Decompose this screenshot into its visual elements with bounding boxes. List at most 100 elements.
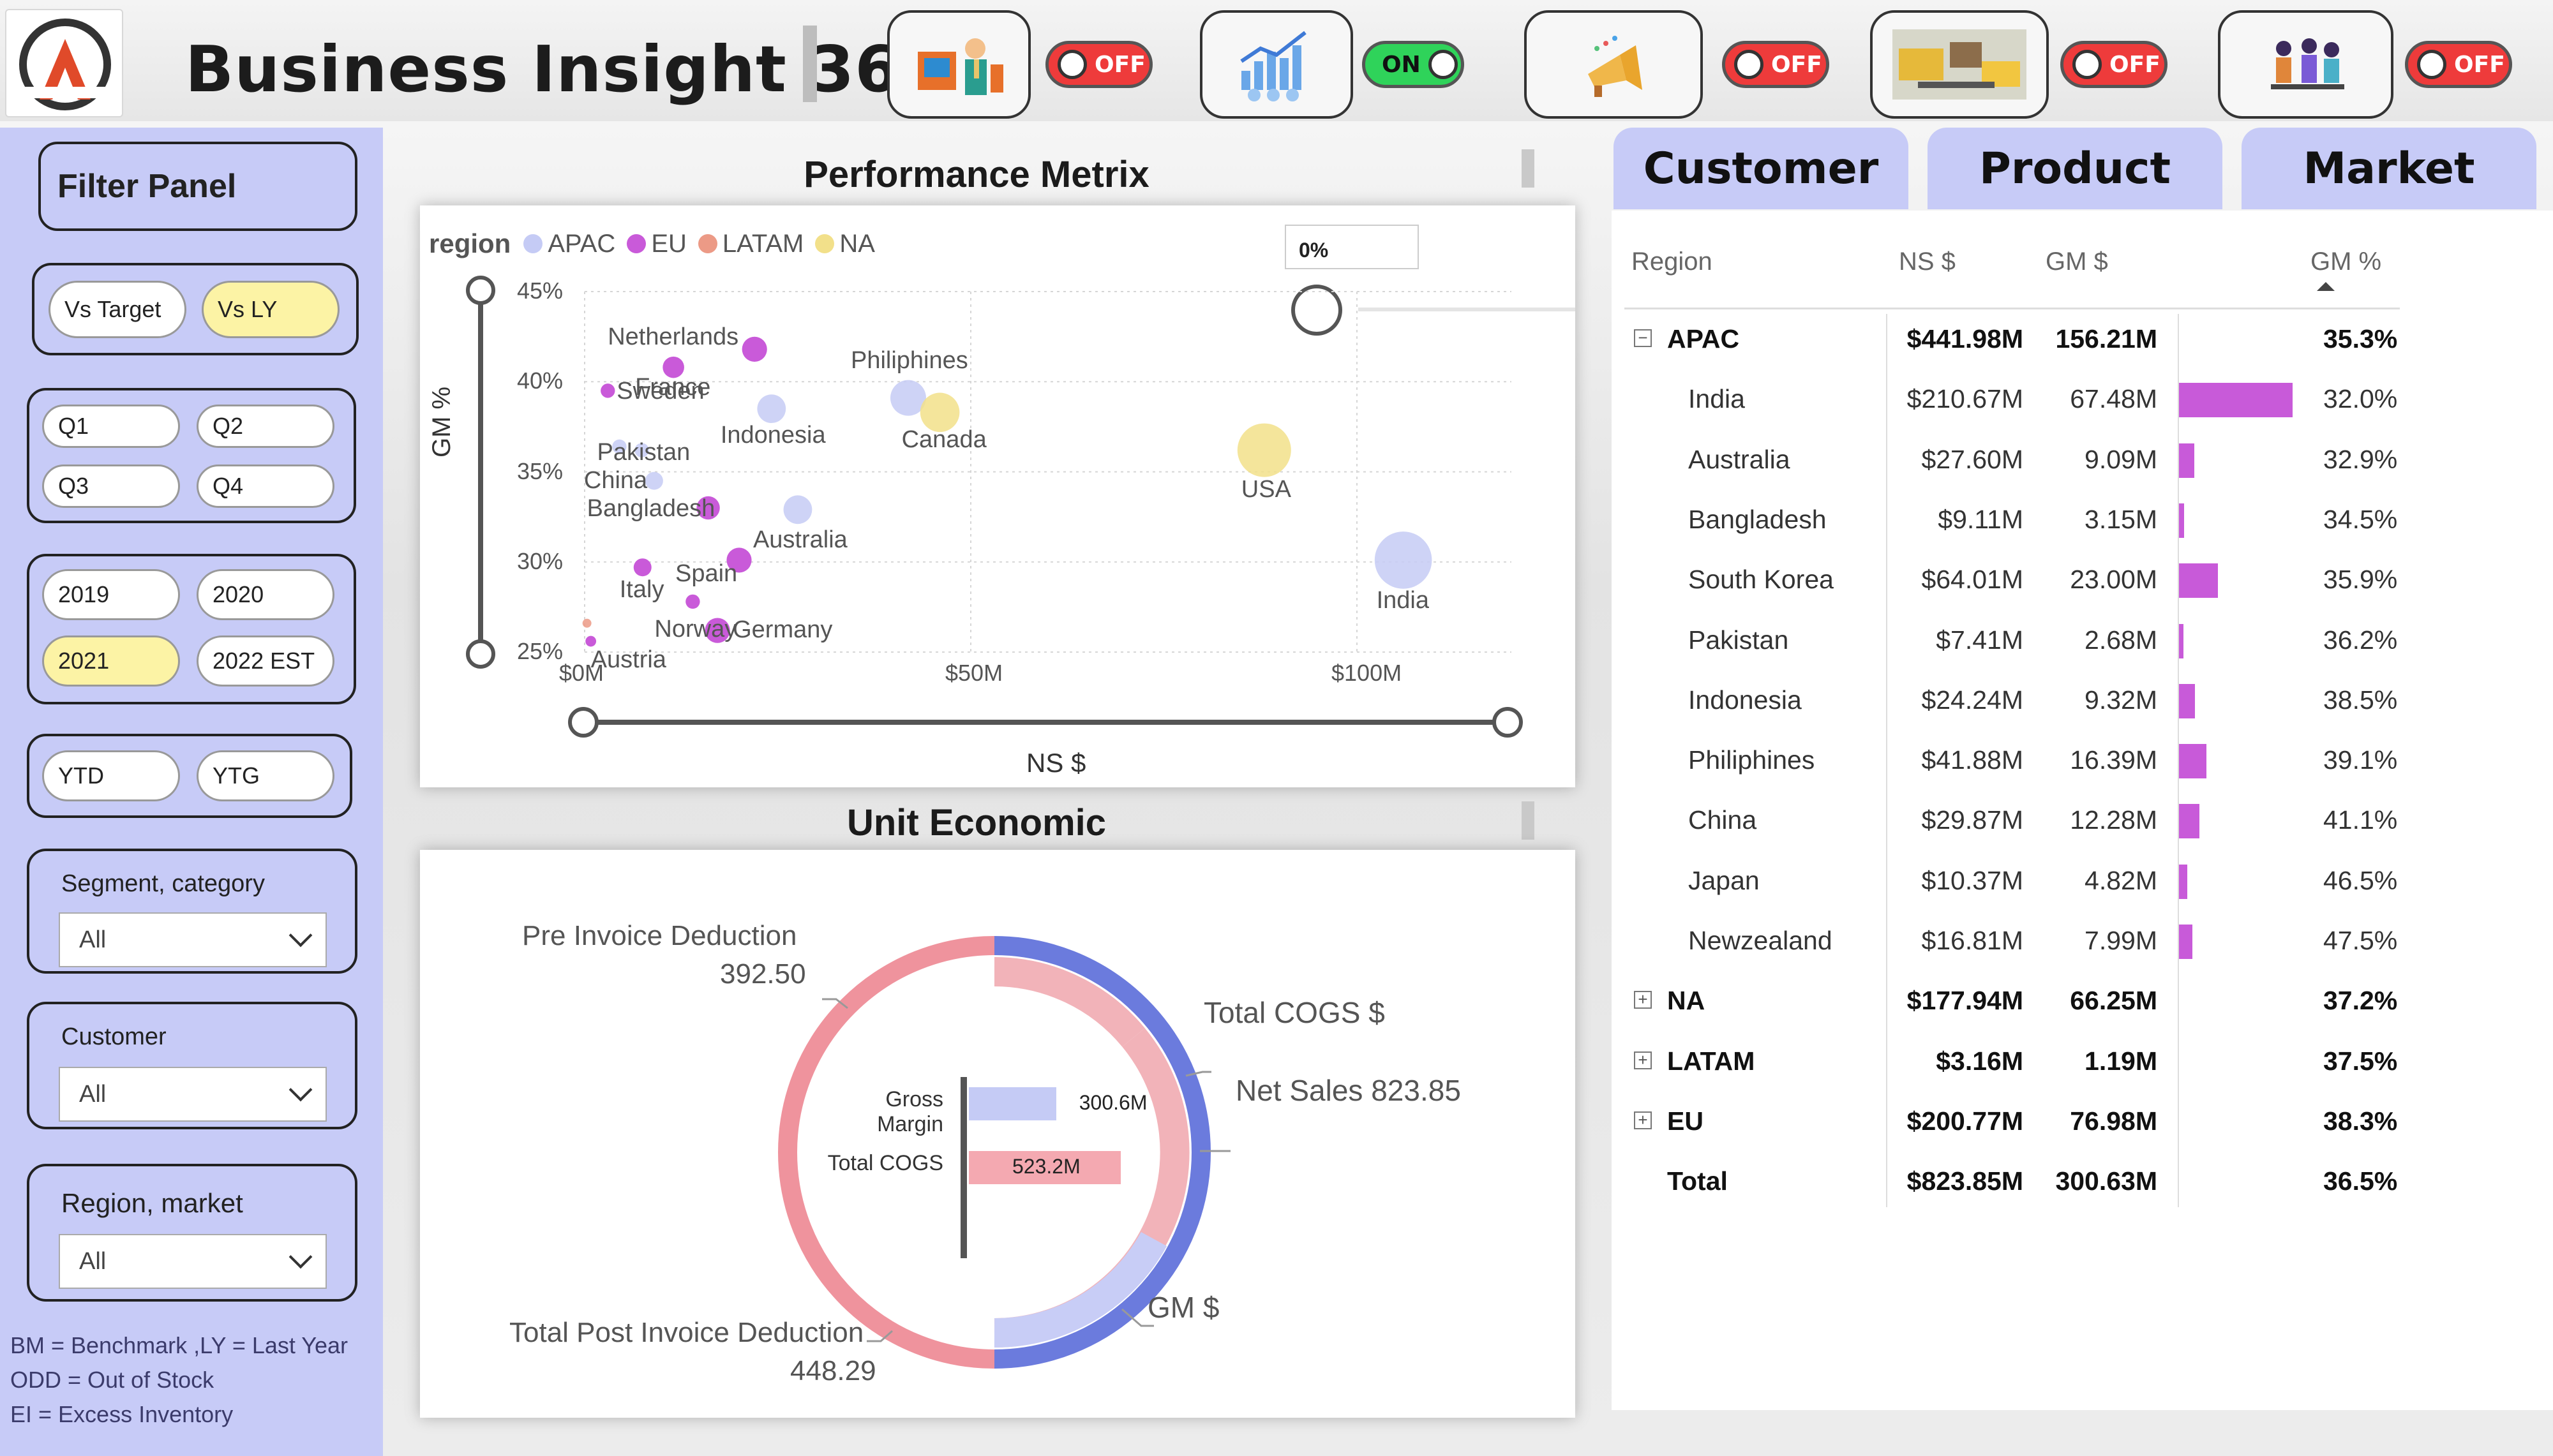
year-2020-button[interactable]: 2020 — [197, 569, 334, 620]
row-gm-pct-value: 46.5% — [2323, 865, 2398, 895]
quarter-q4-button[interactable]: Q4 — [197, 464, 334, 508]
column-divider — [1886, 314, 1887, 1207]
unit-economic-panel: Pre Invoice Deduction 392.50 Total COGS … — [420, 850, 1575, 1418]
gm-data-bar — [2179, 864, 2187, 899]
column-header-ns[interactable]: NS $ — [1899, 248, 1956, 276]
gm-data-bar — [2179, 503, 2185, 538]
sort-ascending-icon — [2317, 282, 2335, 291]
toggle-state: OFF — [1095, 51, 1146, 78]
customer-dropdown[interactable]: All — [59, 1067, 327, 1122]
row-ns-value: $16.81M — [1921, 926, 2023, 955]
chevron-down-icon — [288, 1245, 313, 1269]
nav-finance-view-button[interactable] — [887, 10, 1031, 119]
post-invoice-value: 448.29 — [790, 1355, 876, 1386]
quarter-q1-button[interactable]: Q1 — [42, 405, 180, 448]
executive-team-icon — [2270, 38, 2344, 89]
row-ns-value: $7.41M — [1936, 625, 2023, 655]
row-gm-pct-value: 34.5% — [2323, 504, 2398, 534]
row-ns-value: $200.77M — [1906, 1106, 2023, 1136]
toggle-knob — [2072, 50, 2102, 79]
point-label: India — [1376, 586, 1429, 614]
row-region-name: Philiphines — [1688, 745, 1815, 775]
y-tick-label: 25% — [517, 638, 564, 664]
comparison-selector: Vs Target Vs LY — [32, 263, 359, 355]
customer-filter-label: Customer — [61, 1023, 167, 1050]
nav-sales-view-button[interactable] — [1200, 10, 1353, 119]
gross-margin-bar-label: Gross Margin — [877, 1087, 943, 1136]
row-gm-pct-value: 32.9% — [2323, 444, 2398, 474]
region-dropdown[interactable]: All — [59, 1234, 327, 1289]
y-tick-label: 45% — [517, 278, 564, 304]
total-cogs-bar-label: Total COGS — [827, 1151, 943, 1175]
company-logo — [5, 9, 123, 117]
row-gm-value: 67.48M — [2070, 384, 2157, 414]
toggle-state: OFF — [2109, 51, 2160, 78]
row-ns-value: $177.94M — [1906, 986, 2023, 1016]
vs-target-button[interactable]: Vs Target — [49, 281, 186, 338]
tab-customer[interactable]: Customer — [1613, 128, 1908, 209]
row-ns-value: $441.98M — [1906, 324, 2023, 353]
vs-ly-button[interactable]: Vs LY — [202, 281, 340, 338]
header-divider — [1624, 308, 2400, 309]
row-gm-value: 300.63M — [2055, 1166, 2157, 1196]
row-gm-value: 2.68M — [2085, 625, 2157, 655]
ytd-button[interactable]: YTD — [42, 750, 180, 801]
row-gm-value: 3.15M — [2085, 504, 2157, 534]
gross-margin-bar[interactable] — [969, 1087, 1056, 1120]
ytg-button[interactable]: YTG — [197, 750, 334, 801]
point-label: Philiphines — [850, 346, 968, 374]
gm-label: GM $ — [1148, 1291, 1220, 1324]
tab-market[interactable]: Market — [2242, 128, 2536, 209]
collapse-icon[interactable]: − — [1634, 329, 1652, 347]
row-region-name: Newzealand — [1688, 926, 1832, 955]
point-label: Austria — [590, 646, 666, 674]
column-header-gm[interactable]: GM $ — [2046, 248, 2108, 276]
expand-icon[interactable]: + — [1634, 991, 1652, 1009]
row-gm-value: 66.25M — [2070, 986, 2157, 1016]
point-label: Norway — [654, 615, 737, 643]
year-2019-button[interactable]: 2019 — [42, 569, 180, 620]
row-region-name: NA — [1667, 986, 1705, 1016]
marketing-view-toggle[interactable]: OFF — [1722, 41, 1829, 88]
row-region-name: LATAM — [1667, 1046, 1755, 1076]
tab-product[interactable]: Product — [1928, 128, 2222, 209]
toggle-knob — [2417, 50, 2446, 79]
row-ns-value: $9.11M — [1938, 504, 2023, 534]
row-ns-value: $24.24M — [1921, 685, 2023, 715]
segment-dropdown[interactable]: All — [59, 912, 327, 967]
pre-invoice-label: Pre Invoice Deduction — [522, 920, 797, 951]
row-gm-value: 4.82M — [2085, 865, 2157, 895]
row-gm-pct-value: 38.3% — [2323, 1106, 2398, 1136]
total-cogs-label: Total COGS $ — [1204, 996, 1385, 1029]
year-2021-button[interactable]: 2021 — [42, 635, 180, 687]
supply-chain-view-toggle[interactable]: OFF — [2060, 41, 2167, 88]
column-header-region[interactable]: Region — [1631, 248, 1712, 276]
year-selector: 2019 2020 2021 2022 EST — [27, 554, 356, 704]
row-gm-pct-value: 47.5% — [2323, 926, 2398, 955]
expand-icon[interactable]: + — [1634, 1051, 1652, 1069]
nav-executive-view-button[interactable] — [2218, 10, 2393, 119]
customer-dropdown-value: All — [79, 1080, 107, 1108]
marketing-megaphone-icon — [1588, 36, 1642, 97]
sales-view-toggle[interactable]: ON — [1362, 41, 1464, 88]
row-ns-value: $29.87M — [1921, 805, 2023, 835]
title-divider — [803, 26, 817, 102]
point-label: China — [583, 466, 648, 494]
point-label: France — [635, 373, 711, 401]
chevron-down-icon — [288, 923, 313, 947]
gm-data-bar — [2179, 804, 2200, 839]
gm-data-bar — [2179, 443, 2194, 478]
row-region-name: China — [1688, 805, 1757, 835]
quarter-q2-button[interactable]: Q2 — [197, 405, 334, 448]
nav-supply-chain-view-button[interactable] — [1870, 10, 2049, 119]
customer-filter: Customer All — [27, 1002, 357, 1129]
row-ns-value: $10.37M — [1921, 865, 2023, 895]
column-header-gm-pct[interactable]: GM % — [2310, 248, 2381, 276]
quarter-q3-button[interactable]: Q3 — [42, 464, 180, 508]
expand-icon[interactable]: + — [1634, 1111, 1652, 1129]
year-2022-est-button[interactable]: 2022 EST — [197, 635, 334, 687]
finance-view-toggle[interactable]: OFF — [1045, 41, 1153, 88]
nav-marketing-view-button[interactable] — [1524, 10, 1703, 119]
executive-view-toggle[interactable]: OFF — [2405, 41, 2512, 88]
row-gm-pct-value: 35.3% — [2323, 324, 2398, 353]
